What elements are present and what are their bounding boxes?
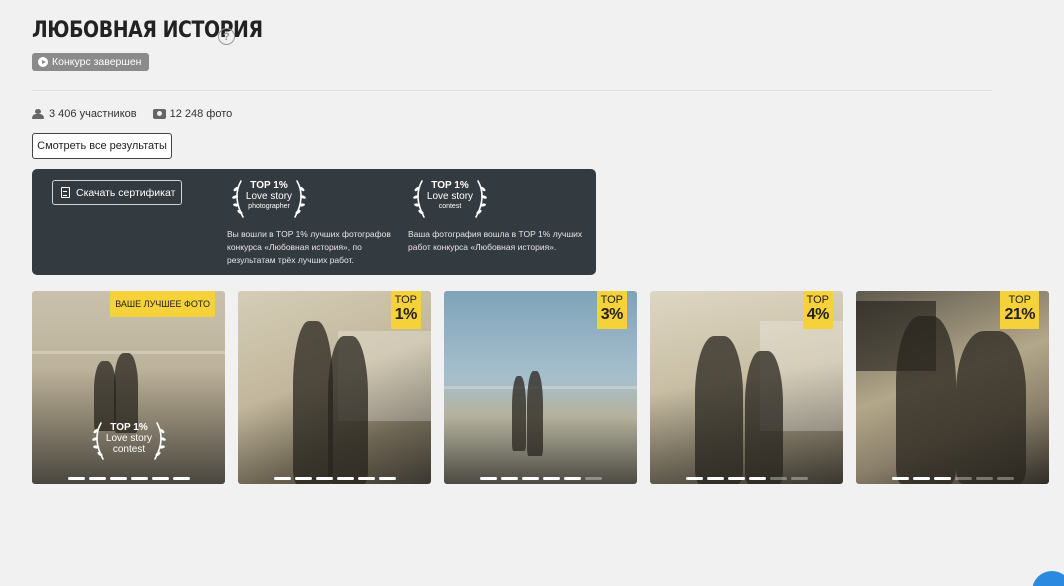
photo-pager[interactable] bbox=[686, 477, 808, 480]
photo-pager[interactable] bbox=[480, 477, 602, 480]
top-value: 1% bbox=[394, 306, 418, 323]
play-icon bbox=[38, 57, 48, 67]
download-certificate-button[interactable]: Скачать сертификат bbox=[52, 180, 182, 205]
laurel-icon: TOP 1% Love story contest bbox=[408, 177, 492, 221]
figure bbox=[896, 316, 956, 484]
divider bbox=[32, 90, 992, 91]
top-value: 21% bbox=[1004, 306, 1035, 323]
figure bbox=[695, 336, 743, 484]
photo-pager[interactable] bbox=[892, 477, 1014, 480]
top-rank-badge: TOP 3% bbox=[596, 291, 627, 329]
top-rank-badge: TOP 4% bbox=[802, 291, 833, 329]
award-description: Ваша фотография вошла в TOP 1% лучших ра… bbox=[408, 229, 583, 252]
figure bbox=[328, 336, 368, 484]
download-certificate-label: Скачать сертификат bbox=[76, 186, 176, 199]
award-line3: photographer bbox=[248, 203, 290, 210]
laurel-line3: contest bbox=[112, 444, 146, 455]
certificate-panel: Скачать сертификат TOP 1% Love story pho… bbox=[32, 169, 596, 275]
stats: 3 406 участников 12 248 фото bbox=[32, 108, 232, 120]
top-value: 3% bbox=[600, 306, 624, 323]
top-label: TOP bbox=[394, 294, 417, 306]
view-all-results-button[interactable]: Смотреть все результаты bbox=[32, 133, 172, 159]
figure bbox=[293, 321, 333, 484]
figure bbox=[956, 331, 1026, 484]
pdf-file-icon bbox=[61, 187, 70, 198]
help-icon[interactable]: ? bbox=[218, 28, 235, 45]
camera-icon bbox=[152, 109, 166, 119]
status-text: Конкурс завершен bbox=[52, 56, 142, 68]
photo-card[interactable]: TOP 4% bbox=[650, 291, 843, 484]
photo-card[interactable]: TOP 21% bbox=[856, 291, 1049, 484]
award-description: Вы вошли в TOP 1% лучших фотографов конк… bbox=[227, 229, 391, 265]
photos-count: 12 248 фото bbox=[169, 108, 233, 120]
photo-pager[interactable] bbox=[68, 477, 190, 480]
photo-pager[interactable] bbox=[274, 477, 396, 480]
award-line3: contest bbox=[438, 203, 462, 210]
photo-card[interactable]: TOP 3% bbox=[444, 291, 637, 484]
figure bbox=[527, 371, 543, 456]
award-contest: TOP 1% Love story contest Ваша фотографи… bbox=[408, 177, 588, 254]
top-label: TOP bbox=[806, 294, 829, 306]
figure bbox=[745, 351, 783, 484]
top-rank-badge: TOP 21% bbox=[1000, 291, 1039, 329]
participants-stat: 3 406 участников bbox=[32, 108, 137, 120]
top-value: 4% bbox=[806, 306, 830, 323]
award-photographer: TOP 1% Love story photographer Вы вошли … bbox=[227, 177, 407, 267]
photo-card[interactable]: ВАШЕ ЛУЧШЕЕ ФОТО TOP 1% Love story conte… bbox=[32, 291, 225, 484]
top-label: TOP bbox=[1008, 294, 1031, 306]
award-line2: Love story bbox=[426, 191, 474, 202]
chat-button[interactable] bbox=[1032, 571, 1064, 586]
award-line1: TOP 1% bbox=[250, 180, 288, 191]
best-photo-badge: ВАШЕ ЛУЧШЕЕ ФОТО bbox=[110, 291, 215, 317]
award-line1: TOP 1% bbox=[431, 180, 469, 191]
laurel-line1: TOP 1% bbox=[110, 422, 148, 433]
top-label: TOP bbox=[600, 294, 623, 306]
laurel-line2: Love story bbox=[105, 433, 153, 444]
award-line2: Love story bbox=[245, 191, 293, 202]
photo-laurel-icon: TOP 1% Love story contest bbox=[87, 419, 171, 463]
title-row: ЛЮБОВНАЯ ИСТОРИЯ bbox=[32, 18, 300, 43]
laurel-icon: TOP 1% Love story photographer bbox=[227, 177, 311, 221]
status-badge: Конкурс завершен bbox=[32, 53, 150, 71]
users-icon bbox=[32, 109, 45, 119]
figure bbox=[512, 376, 526, 451]
top-rank-badge: TOP 1% bbox=[390, 291, 421, 329]
photo-card[interactable]: TOP 1% bbox=[238, 291, 431, 484]
participants-count: 3 406 участников bbox=[49, 108, 137, 120]
photos-stat: 12 248 фото bbox=[152, 108, 233, 120]
